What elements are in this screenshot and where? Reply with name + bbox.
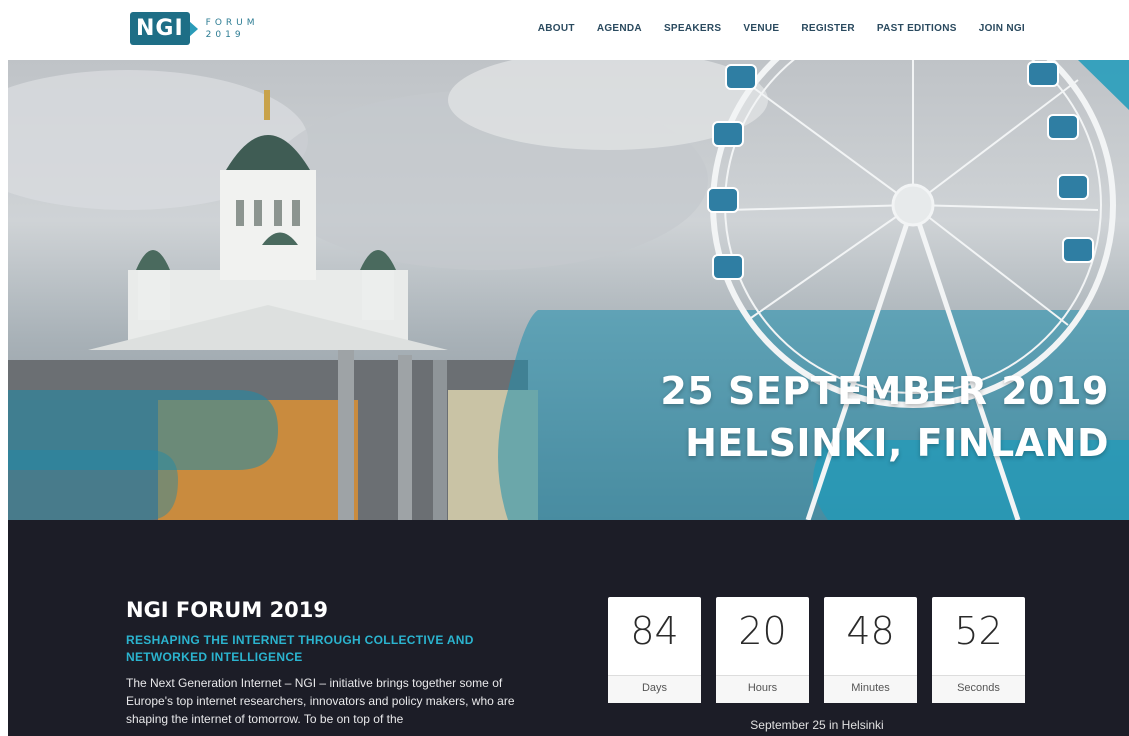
event-title: NGI FORUM 2019	[126, 598, 329, 622]
countdown-hours-value: 20	[738, 609, 787, 653]
logo-arrow-icon	[188, 20, 198, 37]
nav-item-join-ngi[interactable]: JOIN NGI	[979, 23, 1025, 34]
countdown-minutes: 48 Minutes	[824, 597, 917, 703]
nav-item-about[interactable]: ABOUT	[538, 23, 575, 34]
hero-event-date: 25 SEPTEMBER 2019 HELSINKI, FINLAND	[660, 365, 1109, 469]
countdown-days: 84 Days	[608, 597, 701, 703]
event-description: The Next Generation Internet – NGI – ini…	[126, 676, 515, 726]
countdown-timer: 84 Days 20 Hours 48 Minutes 52 Seconds	[608, 597, 1025, 703]
countdown-days-label: Days	[608, 675, 701, 703]
logo-text: FORUM 2019	[206, 17, 259, 41]
nav-item-agenda[interactable]: AGENDA	[597, 23, 642, 34]
countdown-hours-label: Hours	[716, 675, 809, 703]
countdown-minutes-label: Minutes	[824, 675, 917, 703]
hero-banner: 25 SEPTEMBER 2019 HELSINKI, FINLAND	[8, 60, 1129, 520]
site-logo[interactable]: NGI FORUM 2019	[130, 12, 259, 45]
countdown-days-value: 84	[630, 609, 679, 653]
nav-item-register[interactable]: REGISTER	[801, 23, 855, 34]
event-info-section: NGI FORUM 2019 RESHAPING THE INTERNET TH…	[8, 520, 1129, 736]
countdown-seconds-value: 52	[954, 609, 1003, 653]
countdown-hours: 20 Hours	[716, 597, 809, 703]
nav-item-speakers[interactable]: SPEAKERS	[664, 23, 721, 34]
logo-mark: NGI	[130, 12, 190, 45]
event-subtitle: RESHAPING THE INTERNET THROUGH COLLECTIV…	[126, 633, 474, 664]
main-nav: ABOUT AGENDA SPEAKERS VENUE REGISTER PAS…	[538, 23, 1025, 34]
nav-item-venue[interactable]: VENUE	[743, 23, 779, 34]
logo-line-1: FORUM	[205, 17, 259, 28]
countdown-seconds: 52 Seconds	[932, 597, 1025, 703]
countdown-seconds-label: Seconds	[932, 675, 1025, 703]
countdown-caption: September 25 in Helsinki	[750, 718, 884, 732]
event-intro: NGI FORUM 2019 RESHAPING THE INTERNET TH…	[126, 598, 546, 728]
hero-date-line: 25 SEPTEMBER 2019	[660, 369, 1109, 413]
site-header: NGI FORUM 2019 ABOUT AGENDA SPEAKERS VEN…	[0, 0, 1129, 60]
nav-item-past-editions[interactable]: PAST EDITIONS	[877, 23, 957, 34]
countdown-minutes-value: 48	[846, 609, 895, 653]
hero-location-line: HELSINKI, FINLAND	[685, 421, 1109, 465]
logo-line-2: 2019	[205, 29, 245, 40]
